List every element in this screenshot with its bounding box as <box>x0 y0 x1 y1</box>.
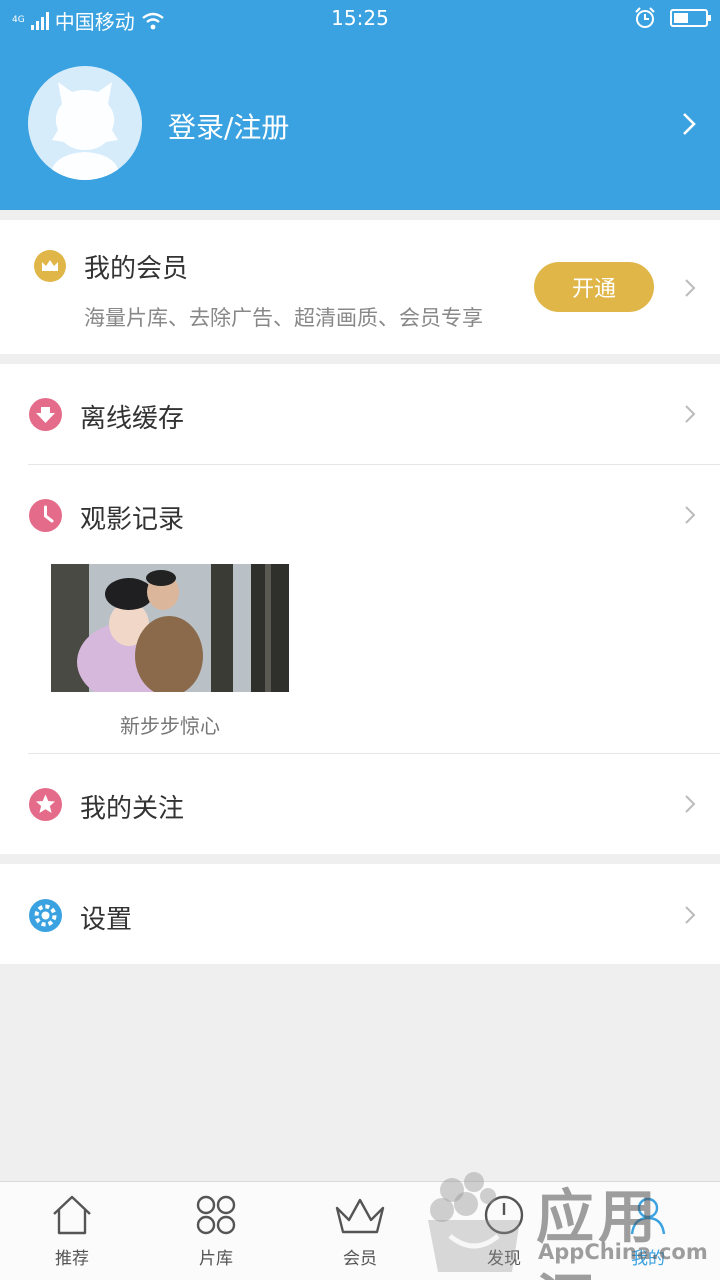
crown-icon <box>34 250 66 282</box>
menu-item-settings[interactable]: 设置 <box>0 864 720 964</box>
chevron-right-icon[interactable] <box>682 112 696 136</box>
status-time: 15:25 <box>331 6 389 30</box>
tab-vip[interactable]: 会员 <box>288 1182 432 1280</box>
status-bar: 4G 中国移动 15:25 <box>0 0 720 38</box>
clock-icon <box>29 499 62 532</box>
chevron-right-icon[interactable] <box>684 794 696 814</box>
menu-card: 离线缓存 观影记录 新步步惊心 我的关注 <box>0 364 720 854</box>
appchina-watermark: 应用汇 AppChina.com <box>424 1160 720 1280</box>
tab-recommend[interactable]: 推荐 <box>0 1182 144 1280</box>
profile-header: 4G 中国移动 15:25 登录/注册 <box>0 0 720 210</box>
menu-label-settings: 设置 <box>80 905 133 935</box>
watermark-site: AppChina.com <box>538 1240 708 1264</box>
menu-label-history: 观影记录 <box>80 505 185 535</box>
menu-label-follow: 我的关注 <box>80 794 185 824</box>
tab-label: 片库 <box>199 1249 233 1269</box>
crown-icon <box>335 1198 385 1234</box>
watermark-logo <box>428 1172 520 1272</box>
grid-icon <box>196 1195 236 1235</box>
history-video-thumbnail[interactable] <box>51 564 289 692</box>
tab-library[interactable]: 片库 <box>144 1182 288 1280</box>
menu-label-offline: 离线缓存 <box>80 404 185 434</box>
tab-label: 推荐 <box>55 1249 89 1269</box>
battery-icon <box>670 9 711 27</box>
chevron-right-icon[interactable] <box>684 278 696 298</box>
menu-item-watch-history[interactable]: 观影记录 <box>0 465 720 565</box>
chevron-right-icon[interactable] <box>684 404 696 424</box>
vip-card[interactable]: 我的会员 海量片库、去除广告、超清画质、会员专享 开通 <box>0 220 720 354</box>
settings-icon <box>29 899 62 932</box>
vip-benefits: 海量片库、去除广告、超清画质、会员专享 <box>84 306 483 330</box>
vip-title: 我的会员 <box>84 254 189 284</box>
login-register-link[interactable]: 登录/注册 <box>168 106 289 146</box>
download-icon <box>29 398 62 431</box>
status-right <box>634 7 711 29</box>
home-icon <box>53 1195 91 1235</box>
default-avatar-icon <box>50 82 120 180</box>
menu-item-my-follows[interactable]: 我的关注 <box>0 754 720 854</box>
tab-label: 会员 <box>343 1249 377 1269</box>
star-icon <box>29 788 62 821</box>
menu-item-offline-cache[interactable]: 离线缓存 <box>0 364 720 464</box>
chevron-right-icon[interactable] <box>684 505 696 525</box>
open-vip-button[interactable]: 开通 <box>534 262 654 312</box>
alarm-icon <box>635 7 655 28</box>
history-video-title[interactable]: 新步步惊心 <box>51 710 289 739</box>
avatar[interactable] <box>28 66 142 180</box>
chevron-right-icon[interactable] <box>684 905 696 925</box>
video-still-image <box>51 564 289 692</box>
